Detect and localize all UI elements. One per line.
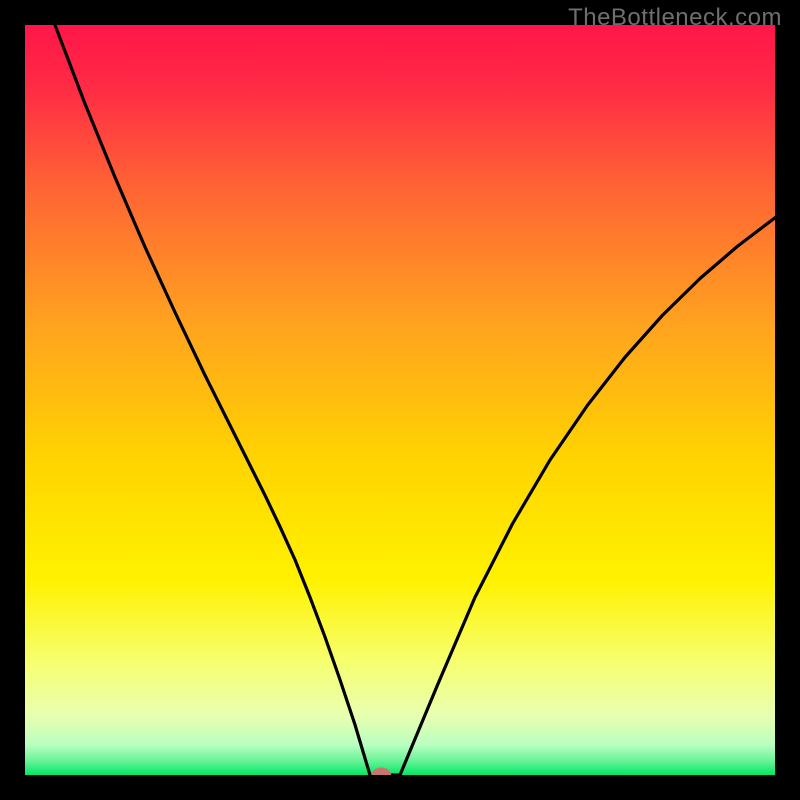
gradient-background xyxy=(25,25,775,775)
watermark-text: TheBottleneck.com xyxy=(568,4,782,32)
chart-plot-area xyxy=(25,25,775,775)
bottleneck-chart xyxy=(25,25,775,775)
